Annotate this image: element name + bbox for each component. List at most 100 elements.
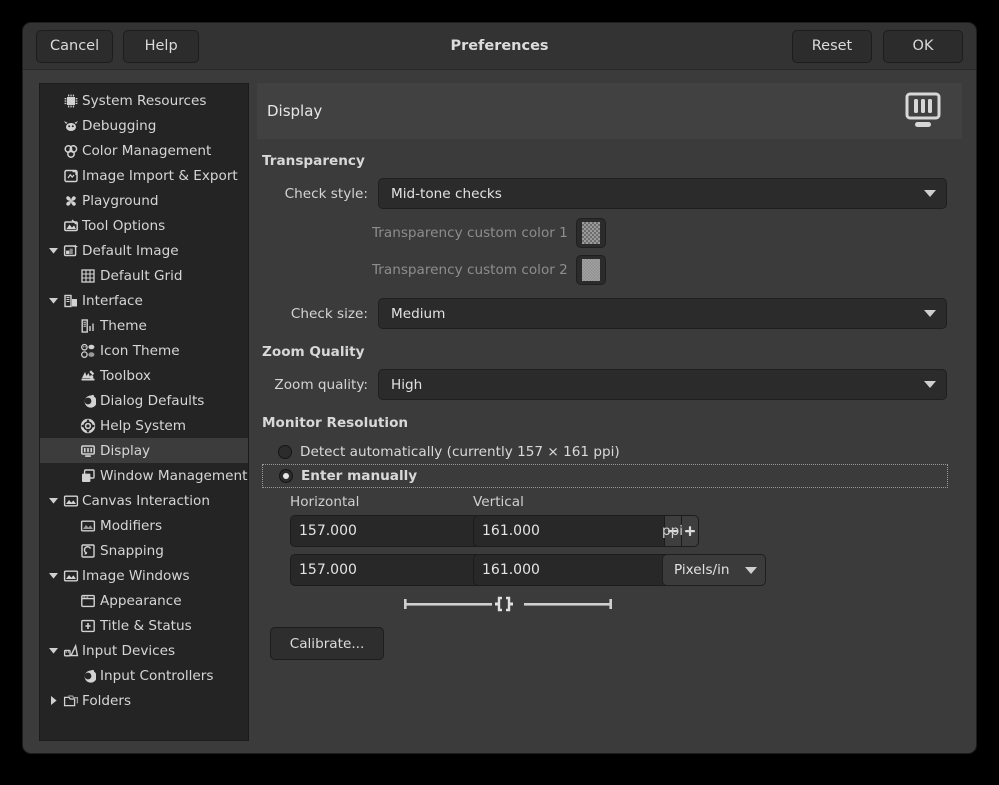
sidebar-item-modifiers[interactable]: Modifiers	[40, 513, 248, 538]
sidebar-item-label: Snapping	[100, 543, 164, 559]
sidebar-item-label: Color Management	[82, 143, 211, 159]
manual-resolution-group: Horizontal Vertical	[262, 494, 954, 615]
vertical-unit-input[interactable]	[473, 554, 664, 586]
sidebar-item-default-image[interactable]: Default Image	[40, 238, 248, 263]
sidebar-item-label: Appearance	[100, 593, 182, 609]
chevron-down-icon[interactable]	[46, 488, 61, 513]
sidebar-item-label: Folders	[82, 693, 131, 709]
vertical-ppi-spinner[interactable]	[473, 515, 656, 547]
sidebar-item-title-status[interactable]: Title & Status	[40, 613, 248, 638]
horizontal-ppi-input[interactable]	[290, 515, 481, 547]
vertical-unit-spinner[interactable]	[473, 554, 656, 586]
input-devices-icon	[61, 643, 81, 659]
radio-detect-automatically[interactable]: Detect automatically (currently 157 × 16…	[262, 440, 954, 464]
display-icon	[78, 443, 98, 459]
sidebar-item-label: Default Image	[82, 243, 179, 259]
sidebar-item-icon-theme[interactable]: Icon Theme	[40, 338, 248, 363]
ok-button[interactable]: OK	[883, 30, 963, 63]
cancel-button[interactable]: Cancel	[36, 30, 113, 63]
reset-button[interactable]: Reset	[792, 30, 872, 63]
preferences-window: Preferences Cancel Help Reset OK System …	[22, 22, 977, 754]
sidebar-item-input-controllers[interactable]: Input Controllers	[40, 663, 248, 688]
horizontal-unit-input[interactable]	[290, 554, 481, 586]
preferences-category-tree[interactable]: System Resources Debugging Color Managem…	[39, 83, 249, 741]
icon-theme-icon	[78, 343, 98, 359]
sidebar-item-label: Theme	[100, 318, 147, 334]
resolution-unit-dropdown[interactable]: Pixels/in	[662, 554, 766, 586]
chevron-right-icon[interactable]	[46, 688, 61, 713]
check-size-dropdown[interactable]: Medium	[378, 298, 947, 329]
sidebar-item-window-management[interactable]: Window Management	[40, 463, 248, 488]
sidebar-item-label: Playground	[82, 193, 158, 209]
monitor-resolution-section-heading: Monitor Resolution	[262, 415, 954, 431]
check-style-dropdown[interactable]: Mid-tone checks	[378, 178, 947, 209]
checkerboard-pattern	[582, 222, 600, 244]
vertical-ppi-input[interactable]	[473, 515, 664, 547]
help-button[interactable]: Help	[123, 30, 199, 63]
zoom-quality-value: High	[391, 377, 916, 393]
ppi-unit-label: ppi	[662, 523, 683, 539]
sidebar-item-color-management[interactable]: Color Management	[40, 138, 248, 163]
vertical-ppi-increment-button[interactable]	[681, 515, 699, 547]
sidebar-item-playground[interactable]: Playground	[40, 188, 248, 213]
sidebar-item-image-windows[interactable]: Image Windows	[40, 563, 248, 588]
window-management-icon	[78, 468, 98, 484]
sidebar-item-display[interactable]: Display	[40, 438, 248, 463]
chevron-down-icon[interactable]	[46, 638, 61, 663]
sidebar-item-snapping[interactable]: Snapping	[40, 538, 248, 563]
chevron-down-icon[interactable]	[46, 238, 61, 263]
resolution-row-unit: Pixels/in	[290, 554, 954, 586]
custom-color-1-swatch	[576, 218, 606, 248]
image-import-export-icon	[61, 168, 81, 184]
sidebar-item-canvas-interaction[interactable]: Canvas Interaction	[40, 488, 248, 513]
snapping-icon	[78, 543, 98, 559]
check-style-value: Mid-tone checks	[391, 186, 916, 202]
check-style-row: Check style: Mid-tone checks	[262, 178, 954, 209]
sidebar-item-system-resources[interactable]: System Resources	[40, 88, 248, 113]
tree-indent	[46, 188, 61, 213]
modifiers-icon	[78, 518, 98, 534]
zoom-quality-section-heading: Zoom Quality	[262, 344, 954, 360]
title-status-icon	[78, 618, 98, 634]
tree-indent	[46, 88, 61, 113]
horizontal-unit-spinner[interactable]	[290, 554, 473, 586]
sidebar-item-default-grid[interactable]: Default Grid	[40, 263, 248, 288]
default-image-icon	[61, 243, 81, 259]
sidebar-item-theme[interactable]: Theme	[40, 313, 248, 338]
sidebar-item-image-import-export[interactable]: Image Import & Export	[40, 163, 248, 188]
sidebar-item-appearance[interactable]: Appearance	[40, 588, 248, 613]
horizontal-ppi-spinner[interactable]	[290, 515, 473, 547]
sidebar-item-toolbox[interactable]: Toolbox	[40, 363, 248, 388]
resolution-unit-value: Pixels/in	[674, 562, 737, 578]
toolbox-icon	[78, 368, 98, 384]
chevron-down-icon	[924, 310, 936, 317]
display-monitor-icon	[900, 91, 946, 131]
dialog-titlebar: Preferences Cancel Help Reset OK	[23, 23, 976, 70]
calibrate-button[interactable]: Calibrate...	[270, 627, 384, 660]
radio-enter-manually-label: Enter manually	[301, 468, 417, 484]
sidebar-item-input-devices[interactable]: Input Devices	[40, 638, 248, 663]
resolution-column-headers: Horizontal Vertical	[290, 494, 954, 510]
radio-button-selected-icon	[279, 469, 293, 483]
sidebar-item-tool-options[interactable]: Tool Options	[40, 213, 248, 238]
column-header-horizontal: Horizontal	[290, 494, 473, 510]
debugging-icon	[61, 118, 81, 134]
zoom-quality-dropdown[interactable]: High	[378, 369, 947, 400]
sidebar-item-label: Window Management	[100, 468, 247, 484]
sidebar-item-label: Help System	[100, 418, 186, 434]
sidebar-item-help-system[interactable]: Help System	[40, 413, 248, 438]
chevron-down-icon[interactable]	[46, 563, 61, 588]
tree-indent	[46, 113, 61, 138]
sidebar-item-label: Title & Status	[100, 618, 192, 634]
sidebar-item-folders[interactable]: Folders	[40, 688, 248, 713]
playground-icon	[61, 193, 81, 209]
column-header-vertical: Vertical	[473, 494, 524, 510]
sidebar-item-dialog-defaults[interactable]: Dialog Defaults	[40, 388, 248, 413]
zoom-quality-row: Zoom quality: High	[262, 369, 954, 400]
chevron-down-icon[interactable]	[46, 288, 61, 313]
radio-enter-manually[interactable]: Enter manually	[262, 464, 948, 488]
chain-link-widget[interactable]	[318, 593, 698, 615]
sidebar-item-interface[interactable]: Interface	[40, 288, 248, 313]
help-system-icon	[78, 418, 98, 434]
sidebar-item-debugging[interactable]: Debugging	[40, 113, 248, 138]
